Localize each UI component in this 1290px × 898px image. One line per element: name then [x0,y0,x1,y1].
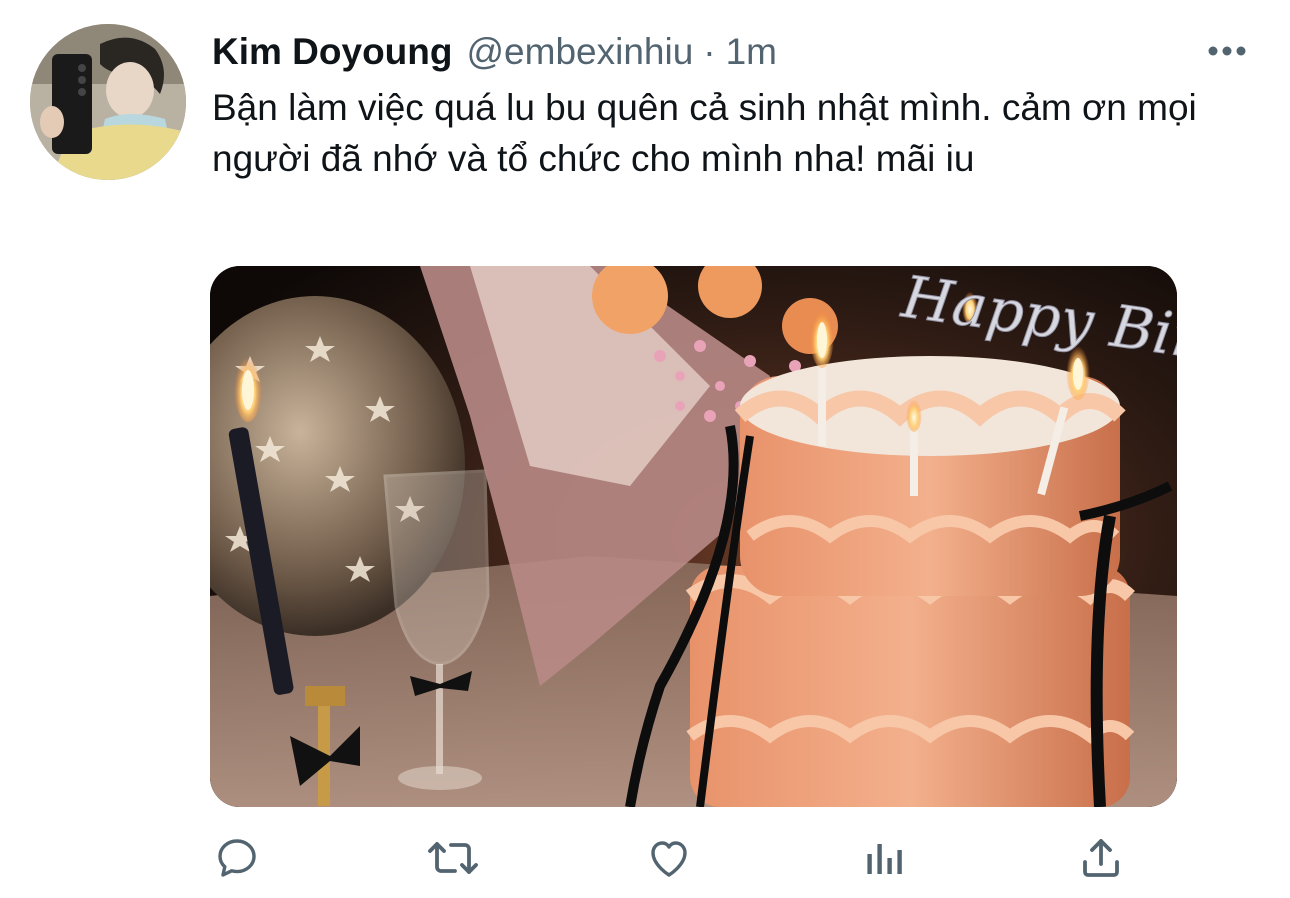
tweet-media-photo[interactable]: Happy Birthday [210,266,1177,807]
header-separator: · [703,31,716,72]
tweet-actions-bar [0,832,1290,884]
author-display-name[interactable]: Kim Doyoung [212,31,452,73]
tweet-text: Bận làm việc quá lu bu quên cả sinh nhật… [212,87,1197,179]
analytics-button[interactable] [859,832,911,884]
like-icon [651,841,687,877]
like-button[interactable] [643,832,695,884]
more-options-button[interactable] [1205,36,1249,66]
avatar-image [30,24,186,180]
analytics-icon [867,844,902,874]
author-handle[interactable]: @embexinhiu [466,31,693,73]
reply-icon [218,839,256,877]
retweet-button[interactable] [427,832,479,884]
retweet-icon [428,842,478,874]
tweet: Kim Doyoung @embexinhiu · 1m Bận làm việ… [0,0,1290,898]
share-button[interactable] [1075,832,1127,884]
tweet-timestamp[interactable]: 1m [726,31,777,73]
more-horizontal-icon [1208,46,1246,56]
reply-button[interactable] [211,832,263,884]
avatar[interactable] [30,24,186,180]
tweet-header: Kim Doyoung @embexinhiu · 1m [212,30,777,74]
birthday-cake-photo: Happy Birthday [210,266,1177,807]
share-icon [1083,839,1119,877]
